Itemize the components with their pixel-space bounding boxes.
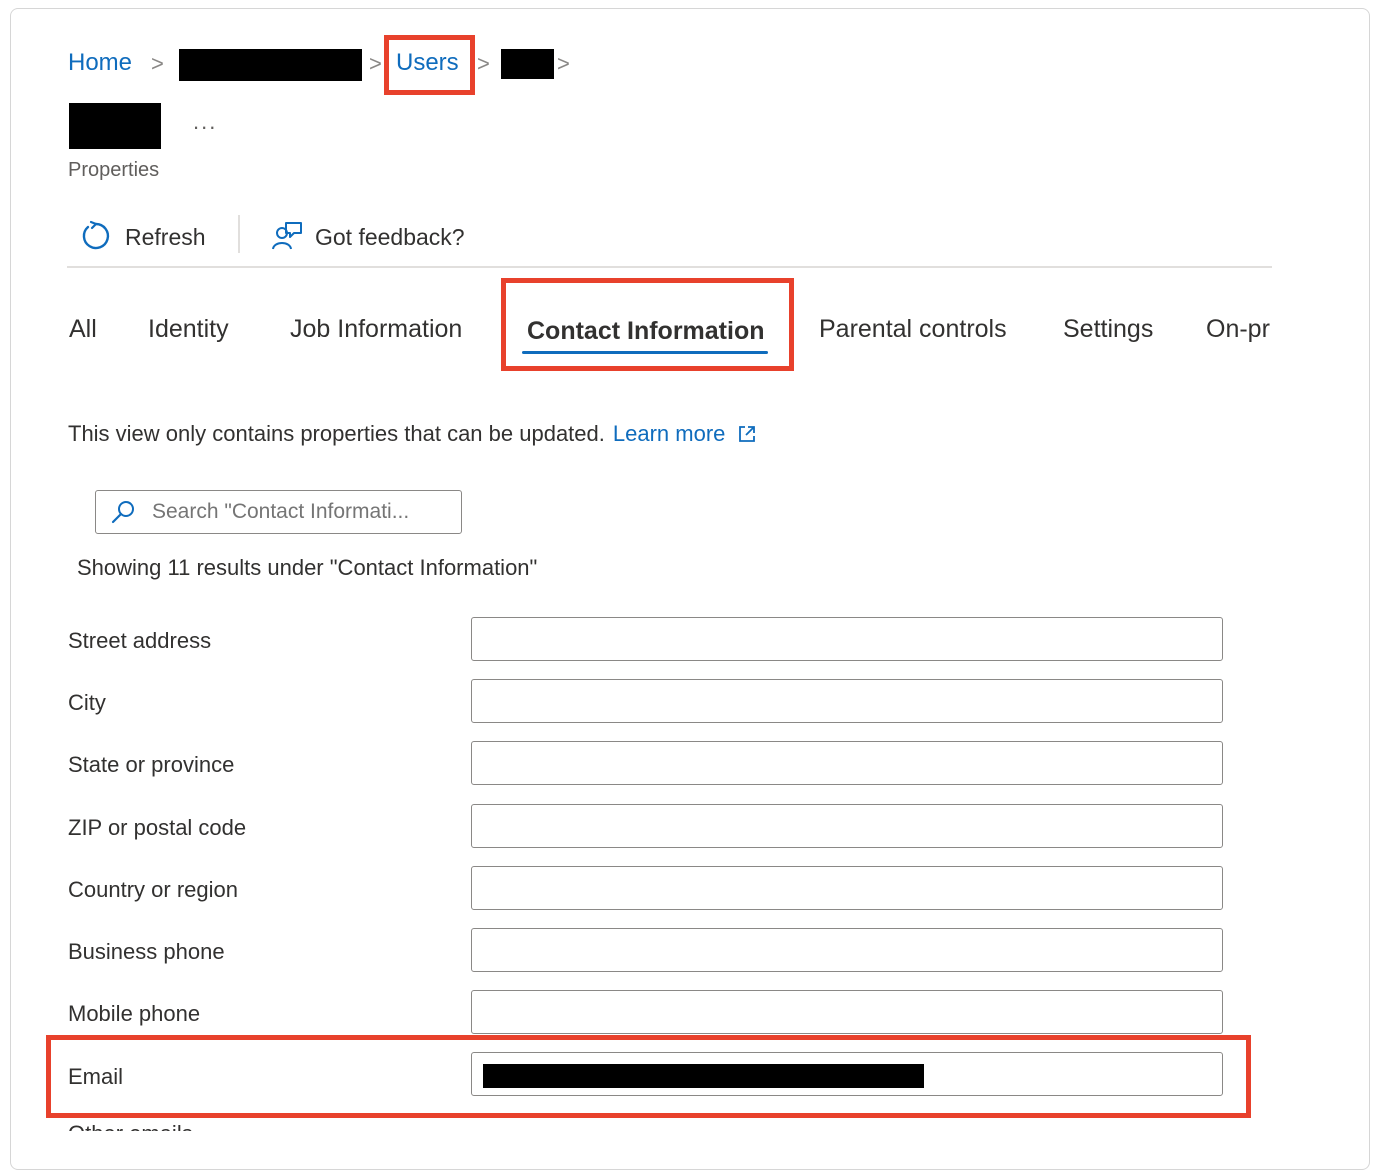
highlight-contact-tab xyxy=(501,278,794,371)
field-label-other-emails-clip: Other emails xyxy=(68,1121,268,1131)
tab-all[interactable]: All xyxy=(69,315,97,344)
breadcrumb-separator: > xyxy=(557,51,570,76)
toolbar-separator xyxy=(67,266,1272,268)
highlight-users xyxy=(384,35,475,95)
field-label-state: State or province xyxy=(68,752,235,777)
info-text: This view only contains properties that … xyxy=(68,421,605,446)
tab-on-premises-clip: On-pr xyxy=(1206,309,1272,349)
breadcrumb-separator: > xyxy=(151,51,164,76)
breadcrumb-home[interactable]: Home xyxy=(68,49,132,77)
refresh-icon xyxy=(79,220,113,254)
properties-panel: Home > > Users > > ... Properties Refres… xyxy=(10,8,1370,1170)
state-input[interactable] xyxy=(471,741,1223,785)
breadcrumb-separator: > xyxy=(477,51,490,76)
search-icon xyxy=(110,499,136,525)
tab-identity[interactable]: Identity xyxy=(148,315,229,344)
search-input[interactable] xyxy=(150,499,454,525)
feedback-button[interactable]: Got feedback? xyxy=(269,215,465,259)
refresh-button[interactable]: Refresh xyxy=(79,215,206,259)
city-input[interactable] xyxy=(471,679,1223,723)
field-label-city: City xyxy=(68,690,106,715)
zip-input[interactable] xyxy=(471,804,1223,848)
street-address-input[interactable] xyxy=(471,617,1223,661)
field-label-other-emails: Other emails xyxy=(68,1121,193,1131)
tab-on-premises[interactable]: On-pr xyxy=(1206,315,1270,344)
redacted-breadcrumb-user xyxy=(501,49,554,79)
page-subtitle: Properties xyxy=(68,159,160,181)
more-actions-button[interactable]: ... xyxy=(193,109,217,135)
redacted-breadcrumb-tenant xyxy=(179,49,362,81)
country-input[interactable] xyxy=(471,866,1223,910)
redacted-page-title xyxy=(69,103,161,149)
breadcrumb-separator: > xyxy=(369,51,382,76)
tab-job-information[interactable]: Job Information xyxy=(290,315,462,344)
search-box[interactable] xyxy=(95,490,462,534)
field-label-country: Country or region xyxy=(68,877,238,902)
refresh-label: Refresh xyxy=(125,223,206,250)
field-label-zip: ZIP or postal code xyxy=(68,815,247,840)
business-phone-input[interactable] xyxy=(471,928,1223,972)
feedback-icon xyxy=(269,219,305,255)
learn-more-link[interactable]: Learn more xyxy=(613,421,726,447)
external-link-icon[interactable] xyxy=(737,424,757,444)
info-line: This view only contains properties that … xyxy=(68,421,757,447)
highlight-email-row xyxy=(46,1035,1251,1118)
field-label-street-address: Street address xyxy=(68,628,212,653)
tab-parental-controls[interactable]: Parental controls xyxy=(819,315,1007,344)
field-label-mobile-phone: Mobile phone xyxy=(68,1001,201,1026)
field-label-business-phone: Business phone xyxy=(68,939,225,964)
feedback-label: Got feedback? xyxy=(315,223,465,250)
toolbar-divider xyxy=(238,215,240,253)
mobile-phone-input[interactable] xyxy=(471,990,1223,1034)
results-count: Showing 11 results under "Contact Inform… xyxy=(77,555,538,580)
tab-settings[interactable]: Settings xyxy=(1063,315,1153,344)
